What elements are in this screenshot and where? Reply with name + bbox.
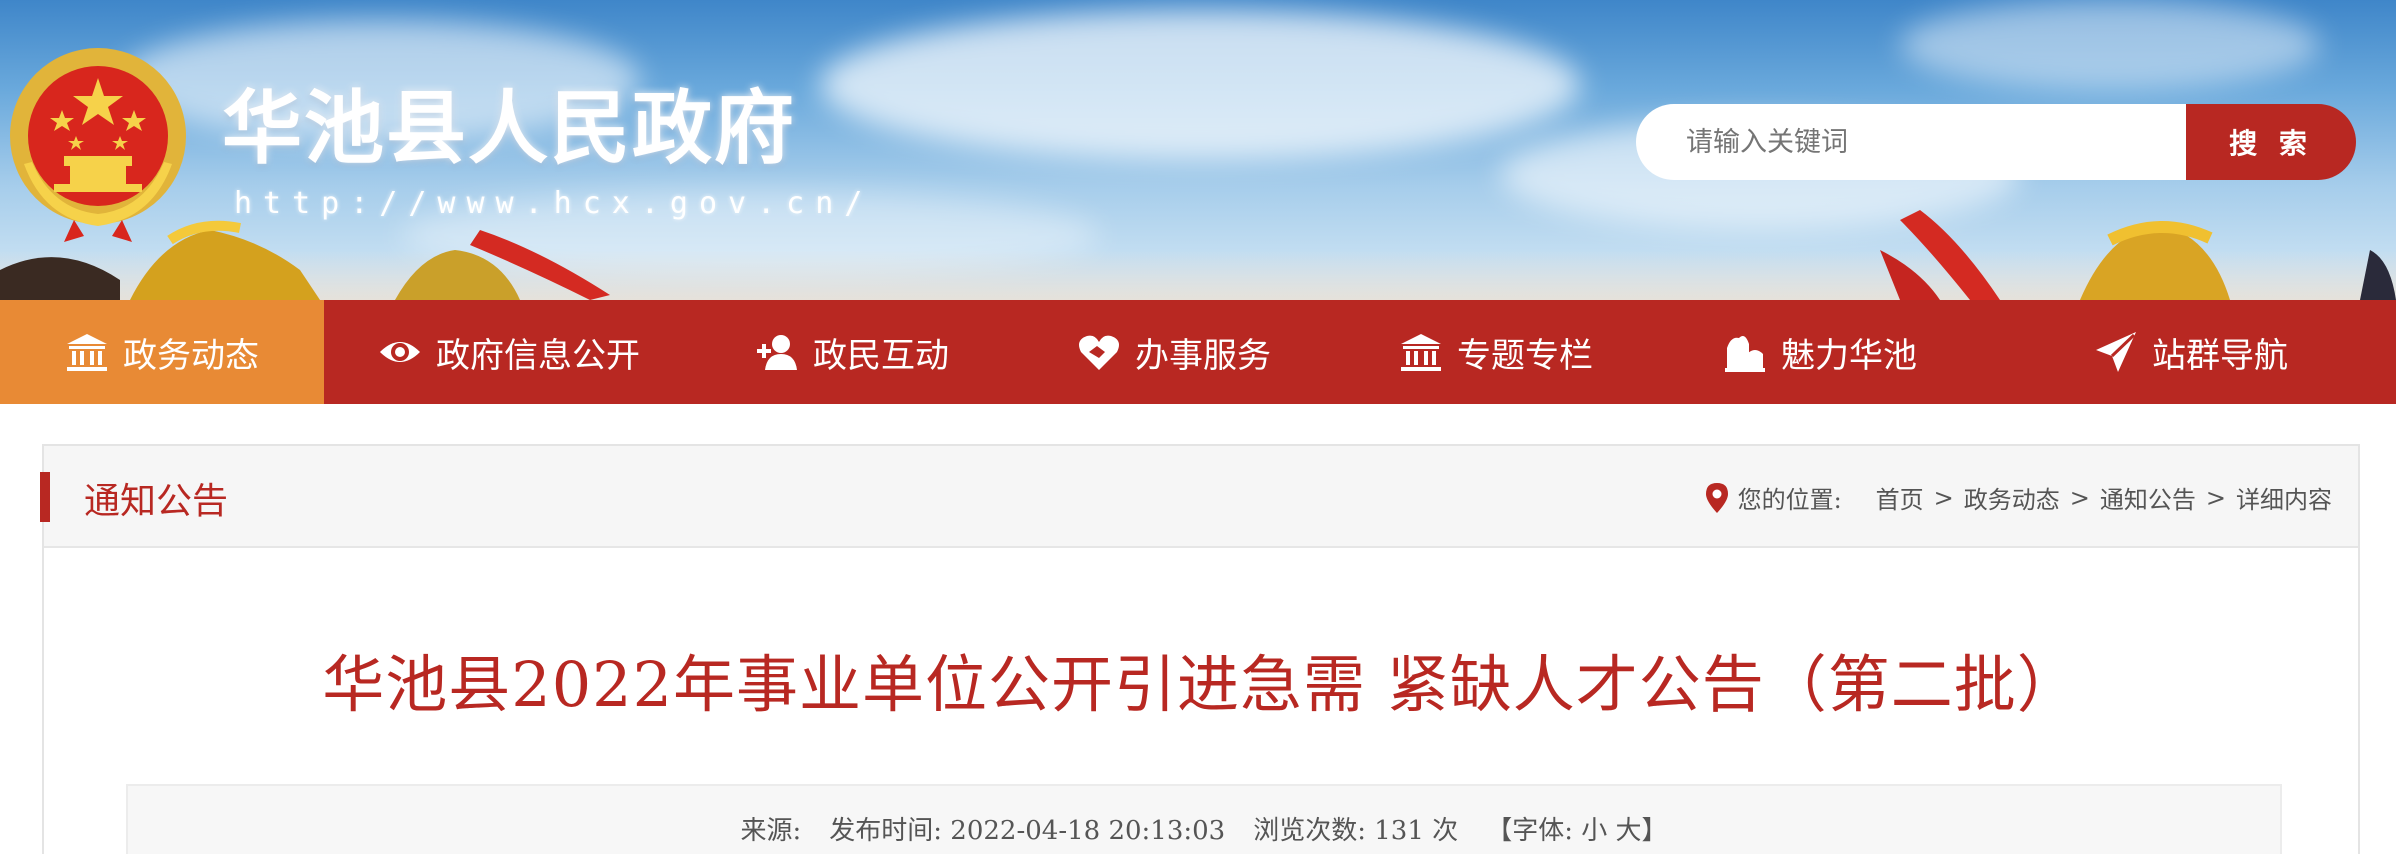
article-meta-bar: 来源: 发布时间: 2022-04-18 20:13:03 浏览次数: 131 … [126,784,2282,854]
breadcrumb-separator: > [2069,483,2090,512]
breadcrumb-separator: > [2205,483,2226,512]
institution-icon [1401,334,1441,371]
institution-icon [67,334,107,371]
breadcrumb-current: 详细内容 [2236,486,2332,514]
heart-handshake-icon [1079,335,1119,370]
nav-label: 政民互动 [813,335,949,376]
nav-label: 魅力华池 [1781,335,1917,376]
national-emblem-icon [10,48,186,242]
section-header: 通知公告 您的位置: 首页 > 政务动态 > 通知公告 > 详细内容 [40,446,2358,548]
content-panel: 通知公告 您的位置: 首页 > 政务动态 > 通知公告 > 详细内容 华池县20… [40,444,2360,854]
main-nav: 政务动态 政府信息公开 政民互动 办事服务 专题专栏 魅力华池 站群导航 [0,300,2396,404]
nav-item-special-topics[interactable]: 专题专栏 [1338,300,1654,404]
header-banner: 华池县人民政府 http://www.hcx.gov.cn/ 搜 索 [0,0,2396,300]
source-label: 来源: [740,816,802,846]
nav-label: 站群导航 [2152,335,2288,376]
location-pin-icon [1705,482,1728,513]
publish-time-label: 发布时间: [829,816,943,846]
nav-item-citizen-interaction[interactable]: 政民互动 [694,300,1010,404]
send-icon [2096,332,2136,372]
nav-label: 政务动态 [123,335,259,376]
nav-label: 办事服务 [1135,335,1271,376]
add-user-icon [757,335,797,370]
views-count: 131 [1374,816,1424,846]
breadcrumb-prefix: 您的位置: [1737,486,1842,514]
nav-item-info-disclosure[interactable]: 政府信息公开 [324,300,694,404]
site-title: 华池县人民政府 [222,82,796,175]
section-title: 通知公告 [84,481,229,522]
breadcrumb-notices[interactable]: 通知公告 [2100,480,2196,515]
nav-label: 政府信息公开 [436,335,640,376]
nav-label: 专题专栏 [1457,335,1593,376]
font-size-small-button[interactable]: 小 [1581,816,1607,846]
views-label: 浏览次数: [1253,816,1366,846]
nav-item-services[interactable]: 办事服务 [1010,300,1338,404]
cloud-decoration [1900,0,2320,90]
landmark-icon [1725,336,1765,372]
breadcrumb-government-news[interactable]: 政务动态 [1964,480,2060,515]
article-title: 华池县2022年事业单位公开引进急需 紧缺人才公告（第二批） [322,648,2080,721]
breadcrumb-separator: > [1933,483,1954,512]
views-unit: 次 [1432,816,1459,846]
nav-item-charm-huachi[interactable]: 魅力华池 [1654,300,1986,404]
publish-time-value: 2022-04-18 20:13:03 [950,816,1226,846]
nav-item-site-navigation[interactable]: 站群导航 [1986,300,2396,404]
breadcrumb-home[interactable]: 首页 [1876,480,1924,515]
section-accent-bar [40,472,50,522]
article-meta: 来源: 发布时间: 2022-04-18 20:13:03 浏览次数: 131 … [128,810,2280,847]
font-size-large-button[interactable]: 大】 [1616,816,1668,846]
font-size-label: 【字体: [1486,816,1573,846]
eye-icon [380,342,420,362]
search-input[interactable] [1636,104,2188,180]
nav-item-government-news[interactable]: 政务动态 [0,300,324,404]
breadcrumb: 您的位置: 首页 > 政务动态 > 通知公告 > 详细内容 [1705,480,2332,515]
folk-dancers-illustration [0,210,2396,300]
search-button[interactable]: 搜 索 [2186,104,2356,180]
cloud-decoration [820,10,1580,160]
site-url: http://www.hcx.gov.cn/ [234,186,874,221]
